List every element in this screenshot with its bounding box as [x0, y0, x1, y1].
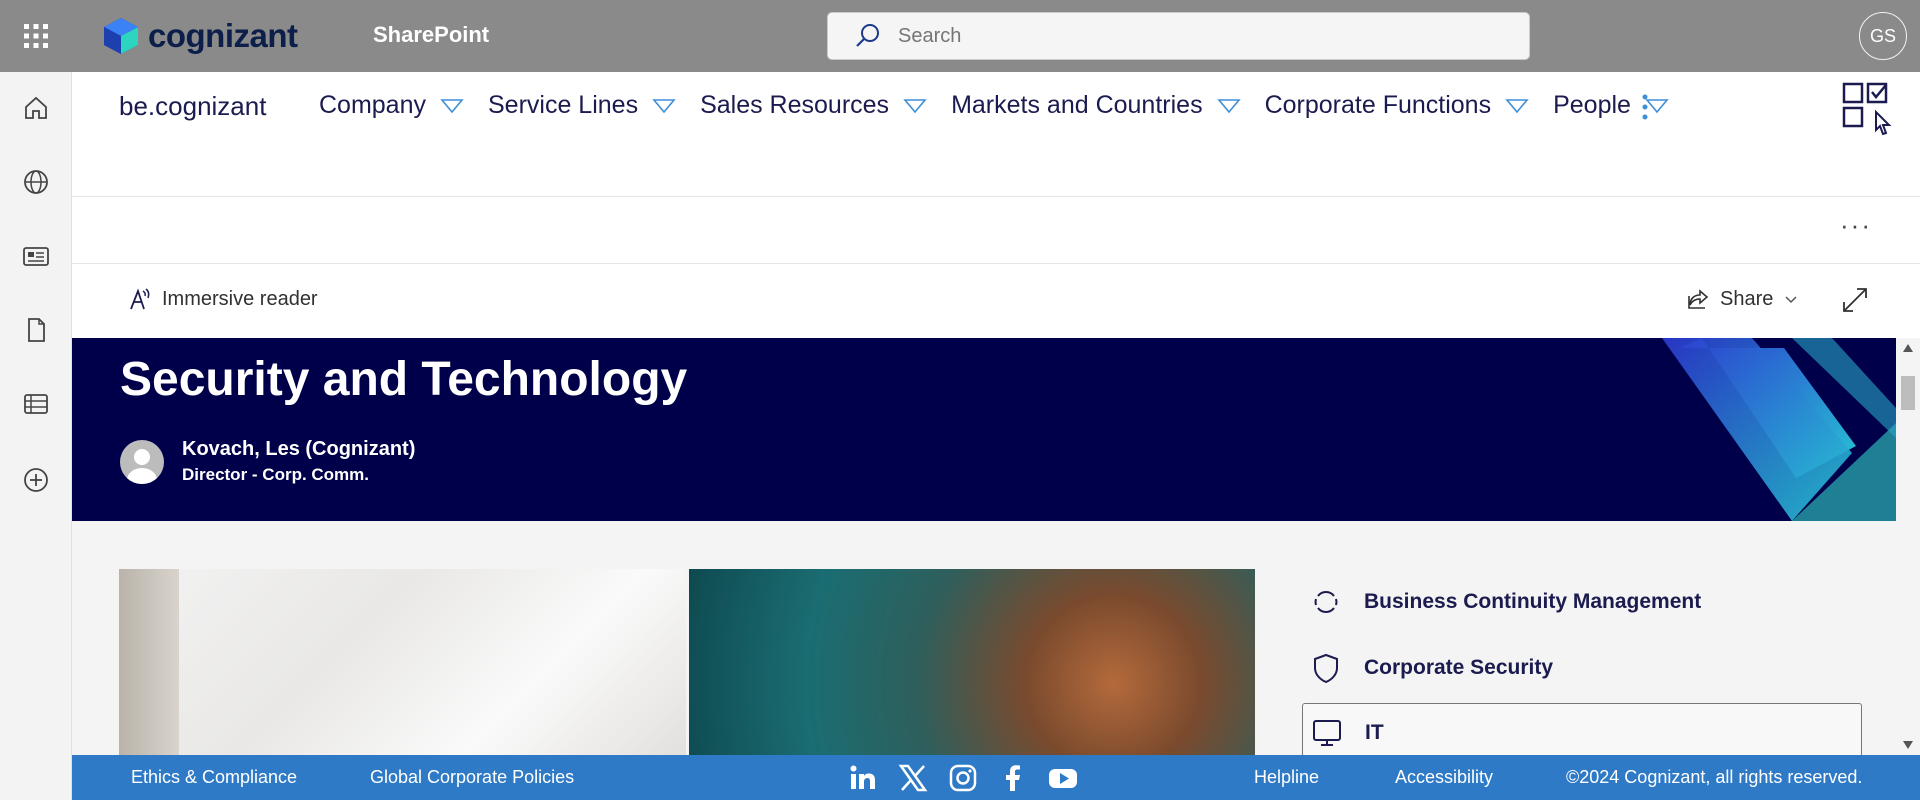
instagram-icon[interactable]	[948, 763, 978, 793]
immersive-reader-button[interactable]: Immersive reader	[128, 287, 318, 311]
quicklink-label: Corporate Security	[1364, 656, 1554, 679]
scroll-up-icon[interactable]	[1903, 344, 1913, 352]
share-icon	[1688, 289, 1709, 309]
quicklink-label: Business Continuity Management	[1364, 590, 1702, 613]
list-icon[interactable]	[22, 390, 50, 418]
more-vertical-icon[interactable]	[1638, 92, 1652, 122]
author-name[interactable]: Kovach, Les (Cognizant)	[182, 438, 415, 461]
footer-link-helpline[interactable]: Helpline	[1254, 767, 1319, 788]
quicklink-corporate-security[interactable]: Corporate Security	[1302, 635, 1862, 701]
title-banner: Security and Technology Kovach, Les (Cog…	[72, 338, 1896, 521]
site-title[interactable]: be.cognizant	[119, 91, 266, 122]
more-options-button[interactable]: ···	[1840, 210, 1872, 241]
brand-name: cognizant	[148, 17, 298, 54]
author-avatar[interactable]	[120, 439, 164, 484]
menu-item-label: Corporate Functions	[1264, 91, 1492, 119]
chevron-down-icon	[903, 98, 927, 113]
home-icon[interactable]	[22, 94, 50, 122]
suite-bar: cognizant SharePoint GS	[0, 0, 1920, 72]
globe-icon[interactable]	[22, 168, 50, 196]
footer-link-ethics[interactable]: Ethics & Compliance	[131, 767, 297, 788]
hero-image-person[interactable]	[689, 569, 1255, 755]
facebook-icon[interactable]	[998, 763, 1028, 793]
app-bar	[0, 72, 72, 800]
menu-item-service-lines[interactable]: Service Lines	[488, 91, 676, 120]
chevron-down-icon	[1785, 296, 1797, 304]
menu-item-company[interactable]: Company	[319, 91, 464, 120]
banner-decoration	[1662, 338, 1896, 521]
search-input[interactable]	[896, 23, 1456, 49]
create-icon[interactable]	[22, 466, 50, 494]
file-icon[interactable]	[22, 316, 50, 344]
task-select-icon[interactable]	[1842, 82, 1896, 136]
social-links	[848, 763, 1078, 793]
menu-item-label: Sales Resources	[700, 91, 890, 119]
share-label: Share	[1720, 287, 1774, 310]
immersive-reader-label: Immersive reader	[162, 287, 318, 310]
page-actions-bar: Immersive reader Share	[72, 265, 1920, 338]
scroll-thumb[interactable]	[1901, 376, 1915, 410]
hub-menu: Company Service Lines Sales Resources Ma…	[319, 91, 1693, 120]
refresh-icon	[1314, 591, 1338, 613]
quicklink-it[interactable]: IT	[1302, 703, 1862, 755]
chevron-down-icon	[440, 98, 464, 113]
cognizant-logo-mark	[104, 18, 138, 54]
author-byline: Kovach, Les (Cognizant) Director - Corp.…	[120, 438, 415, 485]
menu-item-corporate-functions[interactable]: Corporate Functions	[1265, 91, 1530, 120]
app-launcher-icon[interactable]	[22, 22, 50, 50]
menu-item-markets-and-countries[interactable]: Markets and Countries	[951, 91, 1241, 120]
youtube-icon[interactable]	[1048, 763, 1078, 793]
footer-copyright: ©2024 Cognizant, all rights reserved.	[1566, 767, 1863, 787]
chevron-down-icon	[652, 98, 676, 113]
shield-icon	[1314, 653, 1338, 684]
user-avatar[interactable]: GS	[1859, 12, 1907, 60]
command-bar: ···	[72, 198, 1920, 264]
menu-item-label: People	[1553, 91, 1631, 119]
x-icon[interactable]	[898, 763, 928, 793]
hero-image-office[interactable]	[119, 569, 686, 755]
footer-link-accessibility[interactable]: Accessibility	[1395, 767, 1493, 788]
chevron-down-icon	[1216, 98, 1241, 113]
menu-item-label: Company	[319, 91, 426, 119]
app-name[interactable]: SharePoint	[373, 22, 489, 48]
page-content: Security and Technology Kovach, Les (Cog…	[72, 338, 1896, 755]
quicklink-business-continuity[interactable]: Business Continuity Management	[1302, 569, 1862, 635]
page-title: Security and Technology	[120, 353, 688, 406]
hub-navigation: be.cognizant Company Service Lines Sales…	[72, 72, 1920, 197]
menu-item-sales-resources[interactable]: Sales Resources	[700, 91, 927, 120]
quicklink-label: IT	[1365, 721, 1384, 744]
chevron-down-icon	[1505, 98, 1529, 113]
vertical-scrollbar[interactable]	[1896, 338, 1920, 755]
menu-item-label: Service Lines	[488, 91, 639, 119]
quick-links: Business Continuity Management Corporate…	[1302, 569, 1862, 755]
author-role: Director - Corp. Comm.	[182, 465, 370, 484]
menu-item-label: Markets and Countries	[951, 91, 1203, 119]
linkedin-icon[interactable]	[848, 763, 878, 793]
scroll-down-icon[interactable]	[1903, 741, 1913, 749]
share-button[interactable]: Share	[1686, 287, 1799, 311]
site-footer: Ethics & Compliance Global Corporate Pol…	[72, 755, 1920, 800]
immersive-reader-icon	[130, 288, 150, 310]
search-box[interactable]	[827, 12, 1530, 60]
news-icon[interactable]	[22, 242, 50, 270]
footer-link-policies[interactable]: Global Corporate Policies	[370, 767, 574, 788]
expand-icon[interactable]	[1842, 287, 1868, 313]
cognizant-logo[interactable]: cognizant	[100, 16, 298, 56]
search-icon	[856, 24, 879, 47]
monitor-icon	[1313, 720, 1341, 746]
